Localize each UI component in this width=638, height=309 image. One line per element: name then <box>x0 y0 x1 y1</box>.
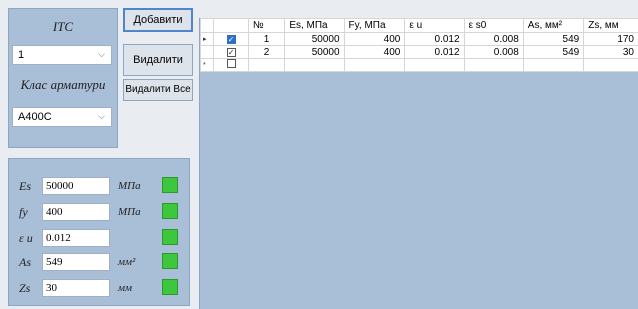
column-header[interactable]: As, мм² <box>522 18 585 33</box>
column-header[interactable]: Fy, МПа <box>343 18 406 33</box>
table-cell[interactable] <box>343 58 406 72</box>
its-select-value: 1 <box>18 49 25 61</box>
table-cell[interactable]: 400 <box>343 45 406 59</box>
field-unit: мм <box>118 282 133 294</box>
row-header-corner <box>199 18 215 33</box>
row-checkbox-cell[interactable] <box>213 58 249 72</box>
status-indicator <box>162 229 178 245</box>
column-header[interactable]: Es, МПа <box>284 18 345 33</box>
table-cell[interactable]: 0.012 <box>404 45 465 59</box>
checkbox[interactable]: ✓ <box>226 47 236 57</box>
table-cell[interactable]: 2 <box>247 45 286 59</box>
table-row[interactable]: ✓ 2 50000 400 0.012 0.008 549 30 <box>199 45 638 59</box>
row-checkbox-cell[interactable]: ✓ <box>213 45 249 59</box>
table-cell[interactable]: 549 <box>522 45 585 59</box>
rebar-class-value: A400C <box>18 111 52 123</box>
table-cell[interactable] <box>404 58 465 72</box>
its-group: ІТС 1 ⌵ Клас арматури A400C ⌵ <box>8 8 118 148</box>
field-input[interactable]: 30 <box>42 279 110 297</box>
column-header[interactable]: Zs, мм <box>583 18 638 33</box>
field-input[interactable]: 50000 <box>42 177 110 195</box>
table-cell[interactable] <box>522 58 585 72</box>
header-row: № Es, МПа Fy, МПа ε uε s0 As, мм² Zs, мм <box>199 18 638 33</box>
column-header[interactable]: ε u <box>404 18 465 33</box>
main-window: ІТС 1 ⌵ Клас арматури A400C ⌵ Добавити В… <box>0 0 638 309</box>
field-unit: МПа <box>118 206 141 218</box>
table-cell[interactable]: 400 <box>343 32 406 46</box>
table-cell[interactable] <box>247 58 286 72</box>
table-cell[interactable]: 1 <box>247 32 286 46</box>
table-cell[interactable]: 30 <box>583 45 638 59</box>
status-indicator <box>162 203 178 219</box>
new-row[interactable]: * <box>199 58 638 72</box>
table-cell[interactable] <box>284 58 345 72</box>
table-cell[interactable] <box>463 58 524 72</box>
rebar-table: № Es, МПа Fy, МПа ε uε s0 As, мм² Zs, мм ▸ ✓ 1 5… <box>199 18 638 72</box>
row-checkbox-cell[interactable]: ✓ <box>213 32 249 46</box>
table-cell[interactable]: 0.008 <box>463 45 524 59</box>
table-cell[interactable] <box>583 58 638 72</box>
table-cell[interactable]: 170 <box>583 32 638 46</box>
field-label: Es <box>19 179 31 193</box>
field-input[interactable]: 549 <box>42 253 110 271</box>
field-input[interactable]: 400 <box>42 203 110 221</box>
checkbox[interactable]: ✓ <box>226 34 236 44</box>
status-indicator <box>162 177 178 193</box>
table-cell[interactable]: 549 <box>522 32 585 46</box>
field-label: As <box>19 255 31 269</box>
field-unit: мм² <box>118 256 136 268</box>
chevron-down-icon: ⌵ <box>98 49 105 59</box>
table-cell[interactable]: 0.008 <box>463 32 524 46</box>
row-marker[interactable]: ▸ <box>199 32 215 46</box>
field-input[interactable]: 0.012 <box>42 229 110 247</box>
parameters-group: Es 50000 МПа fy 400 МПа ε u 0.012 As 549 мм² Zs 30 мм <box>8 158 190 306</box>
checkbox-column-header[interactable] <box>213 18 249 33</box>
table-cell[interactable]: 50000 <box>284 45 345 59</box>
table-row[interactable]: ▸ ✓ 1 50000 400 0.012 0.008 549 170 <box>199 32 638 46</box>
rebar-grid[interactable]: № Es, МПа Fy, МПа ε uε s0 As, мм² Zs, мм ▸ ✓ 1 5… <box>199 18 638 309</box>
field-label: ε u <box>19 231 33 245</box>
status-indicator <box>162 279 178 295</box>
new-row-marker[interactable]: * <box>199 58 215 72</box>
checkbox[interactable] <box>226 59 236 68</box>
add-button[interactable]: Добавити <box>123 8 193 32</box>
table-cell[interactable]: 0.012 <box>404 32 465 46</box>
column-header[interactable]: ε s0 <box>463 18 524 33</box>
field-label: Zs <box>19 281 31 295</box>
table-cell[interactable]: 50000 <box>284 32 345 46</box>
column-header[interactable]: № <box>247 18 286 33</box>
delete-all-button[interactable]: Видалити Все <box>123 79 193 101</box>
status-indicator <box>162 253 178 269</box>
its-select[interactable]: 1 ⌵ <box>12 45 112 65</box>
chevron-down-icon: ⌵ <box>98 111 105 121</box>
field-unit: МПа <box>118 180 141 192</box>
delete-button[interactable]: Видалити <box>123 44 193 76</box>
field-label: fy <box>19 205 28 219</box>
rebar-class-label: Клас арматури <box>20 77 106 92</box>
its-group-title: ІТС <box>52 19 74 34</box>
rebar-class-select[interactable]: A400C ⌵ <box>12 107 112 127</box>
row-marker[interactable] <box>199 45 215 59</box>
